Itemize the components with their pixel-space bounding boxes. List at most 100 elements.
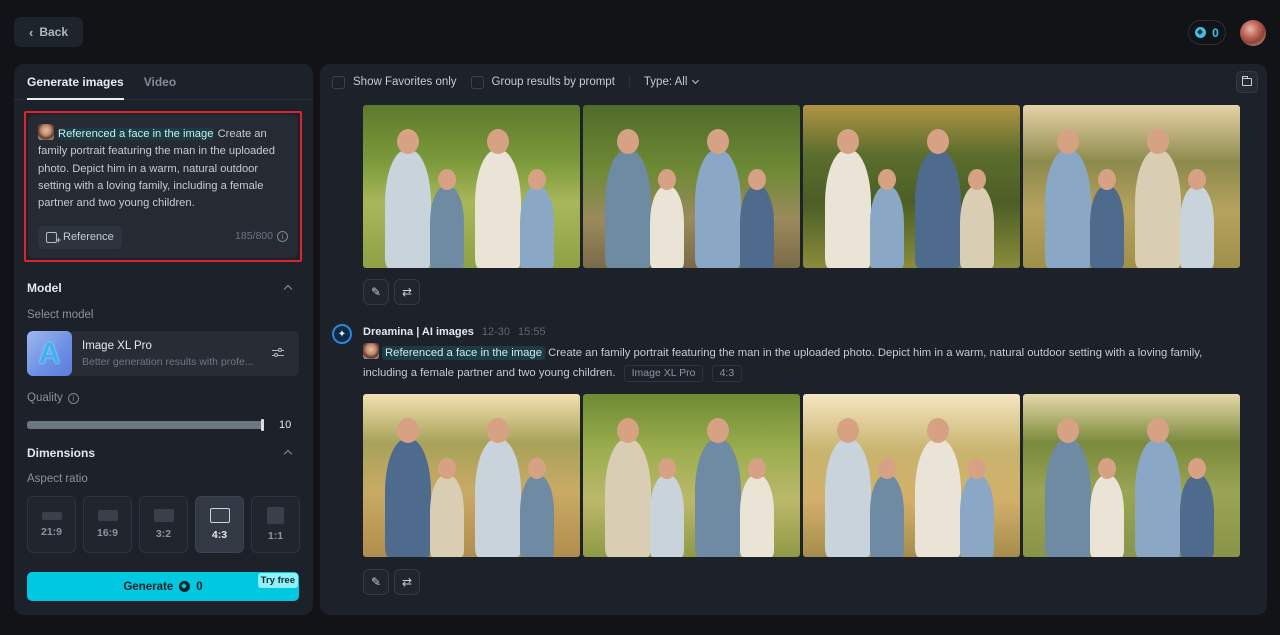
edit-prompt-button[interactable]: ✎ — [363, 569, 389, 595]
person-head — [617, 129, 639, 154]
ratio-option-4-3[interactable]: 4:3 — [195, 496, 244, 553]
generate-cost: 0 — [196, 580, 203, 593]
ratio-option-16-9[interactable]: 16:9 — [83, 496, 132, 553]
quality-slider[interactable] — [27, 419, 264, 431]
person-figure — [825, 439, 871, 557]
quality-info-icon[interactable]: i — [67, 392, 79, 404]
quality-value: 10 — [279, 419, 292, 431]
person-figure — [825, 150, 871, 268]
person-figure — [605, 150, 651, 268]
reference-face-thumbnail — [363, 343, 379, 359]
person-head — [1098, 169, 1116, 190]
person-figure — [1090, 475, 1124, 557]
person-figure — [915, 150, 961, 268]
result-images-row-2 — [363, 394, 1240, 557]
model-logo-icon: A — [27, 331, 72, 376]
person-head — [878, 169, 896, 190]
user-avatar[interactable] — [1240, 20, 1266, 46]
person-figure — [385, 150, 431, 268]
generated-image[interactable] — [1023, 394, 1240, 557]
generate-button[interactable]: Generate 0 Try free — [27, 572, 299, 601]
person-head — [968, 458, 986, 479]
person-head — [748, 169, 766, 190]
person-figure — [870, 475, 904, 557]
result-author: Dreamina | AI images — [363, 326, 474, 338]
repeat-icon: ⇄ — [401, 575, 413, 589]
ratio-label: 1:1 — [267, 530, 284, 542]
type-filter-label: Type: All — [643, 76, 688, 88]
favorites-toggle[interactable]: Show Favorites only — [332, 75, 457, 89]
collapse-model-icon[interactable] — [283, 284, 293, 294]
ratio-label: 16:9 — [96, 527, 118, 539]
person-head — [927, 129, 949, 154]
mode-tabs: Generate images Video — [14, 64, 313, 100]
person-head — [397, 418, 419, 443]
generated-image[interactable] — [583, 394, 800, 557]
generated-image[interactable] — [363, 105, 580, 268]
aspect-ratio-label: Aspect ratio — [27, 473, 88, 485]
person-figure — [650, 475, 684, 557]
generated-image[interactable] — [803, 394, 1020, 557]
person-head — [397, 129, 419, 154]
reference-button[interactable]: Reference — [38, 226, 122, 249]
generation-panel: Generate images Video Referenced a face … — [14, 64, 313, 615]
quality-label: Quality — [27, 392, 63, 404]
results-panel: Show Favorites only Group results by pro… — [320, 64, 1267, 615]
person-head — [528, 169, 546, 190]
group-checkbox[interactable] — [470, 75, 484, 89]
prompt-input[interactable]: Referenced a face in the image Create an… — [28, 115, 298, 258]
tab-video[interactable]: Video — [144, 64, 176, 99]
person-figure — [520, 475, 554, 557]
person-figure — [385, 439, 431, 557]
quality-slider-thumb[interactable] — [261, 419, 264, 431]
results-toolbar: Show Favorites only Group results by pro… — [332, 74, 712, 90]
type-filter-dropdown[interactable]: Type: All — [643, 76, 700, 88]
repeat-icon: ⇄ — [401, 285, 413, 299]
ratio-3-2-icon — [153, 509, 174, 522]
model-selector[interactable]: A Image XL Pro Better generation results… — [27, 331, 299, 376]
collapse-dimensions-icon[interactable] — [283, 449, 293, 459]
person-head — [658, 169, 676, 190]
ratio-16-9-icon — [97, 510, 118, 521]
group-toggle[interactable]: Group results by prompt — [470, 75, 615, 89]
person-head — [617, 418, 639, 443]
credits-badge[interactable]: 0 — [1188, 20, 1226, 45]
favorites-checkbox[interactable] — [332, 75, 345, 89]
ratio-4-3-icon — [209, 508, 230, 523]
folder-icon — [1242, 76, 1252, 86]
person-figure — [1180, 475, 1214, 557]
reference-chip[interactable]: Referenced a face in the image — [382, 346, 545, 360]
person-head — [1098, 458, 1116, 479]
ratio-21-9-icon — [41, 511, 62, 520]
credits-count: 0 — [1212, 25, 1219, 40]
tab-generate-images[interactable]: Generate images — [27, 64, 124, 100]
person-head — [837, 129, 859, 154]
generated-image[interactable] — [583, 105, 800, 268]
ratio-option-21-9[interactable]: 21:9 — [27, 496, 76, 553]
generated-image[interactable] — [803, 105, 1020, 268]
regenerate-button[interactable]: ⇄ — [394, 569, 420, 595]
ratio-option-3-2[interactable]: 3:2 — [139, 496, 188, 553]
reference-chip[interactable]: Referenced a face in the image — [57, 128, 215, 140]
settings-sliders-icon[interactable] — [272, 347, 284, 359]
regenerate-button[interactable]: ⇄ — [394, 279, 420, 305]
generated-image[interactable] — [363, 394, 580, 557]
back-button[interactable]: ‹ Back — [14, 17, 83, 47]
person-head — [1188, 169, 1206, 190]
person-figure — [430, 186, 464, 268]
ratio-option-1-1[interactable]: 1:1 — [251, 496, 300, 553]
assets-folder-button[interactable] — [1236, 71, 1258, 93]
back-label: Back — [39, 25, 69, 39]
person-head — [1147, 418, 1169, 443]
info-icon[interactable]: i — [277, 230, 288, 242]
edit-prompt-button[interactable]: ✎ — [363, 279, 389, 305]
group-label: Group results by prompt — [491, 76, 615, 88]
person-figure — [650, 186, 684, 268]
person-figure — [695, 150, 741, 268]
person-head — [658, 458, 676, 479]
generated-image[interactable] — [1023, 105, 1240, 268]
chevron-left-icon: ‹ — [28, 24, 34, 40]
ratio-1-1-icon — [267, 507, 284, 524]
ratio-tag: 4:3 — [711, 364, 743, 382]
person-figure — [430, 475, 464, 557]
